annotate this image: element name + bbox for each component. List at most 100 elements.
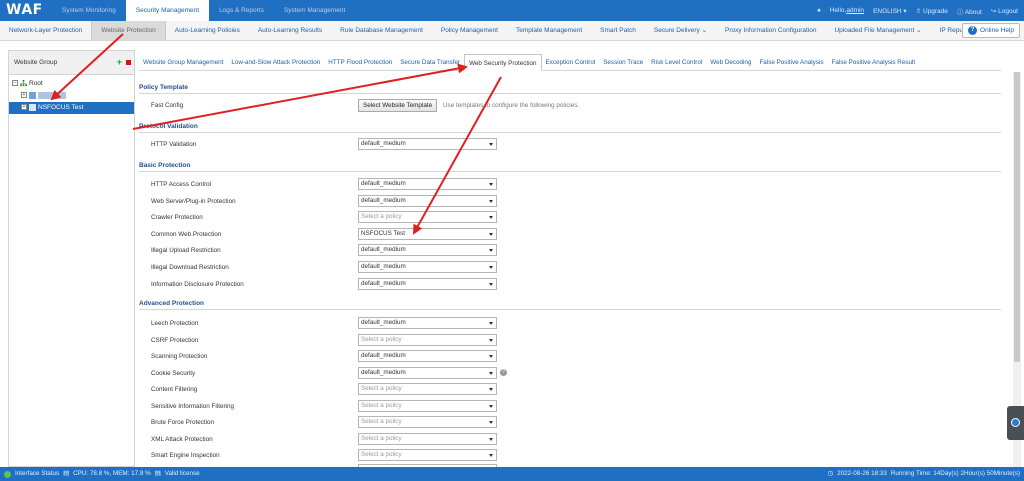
tab-secure-data-transfer[interactable]: Secure Data Transfer — [396, 54, 464, 70]
web-server-plugin-select[interactable]: default_medium — [358, 195, 497, 207]
subnav-proxy-information[interactable]: Proxy Information Configuration — [716, 21, 825, 40]
select-website-template-button[interactable]: Select Website Template — [358, 99, 438, 112]
subnav-network-layer-protection[interactable]: Network-Layer Protection — [0, 21, 91, 40]
policy-label: CSRF Protection — [151, 337, 199, 344]
section-policy-template: Policy Template — [139, 84, 1001, 94]
csrf-protection-select[interactable]: Select a policy — [358, 334, 497, 346]
dropdown-arrow-icon — [489, 438, 493, 441]
subnav-policy-management[interactable]: Policy Management — [432, 21, 507, 40]
license-status: Valid license — [164, 470, 200, 477]
sub-nav: Network-Layer Protection Website Protect… — [0, 21, 1024, 41]
interface-status-icon — [4, 470, 11, 478]
subnav-secure-delivery[interactable]: Secure Delivery ⌄ — [645, 21, 716, 40]
subnav-auto-learning-policies[interactable]: Auto-Learning Policies — [166, 21, 249, 40]
policy-label: XML Attack Protection — [151, 436, 213, 443]
subnav-template-management[interactable]: Template Management — [507, 21, 591, 40]
http-access-control-select[interactable]: default_medium — [358, 178, 497, 190]
section-basic-protection: Basic Protection — [139, 162, 1001, 172]
cookie-security-select[interactable]: default_medium — [358, 367, 497, 379]
leech-protection-select[interactable]: default_medium — [358, 317, 497, 329]
tab-risk-level-control[interactable]: Risk Level Control — [647, 54, 706, 70]
username-link[interactable]: admin — [846, 7, 864, 14]
delete-icon[interactable] — [126, 60, 131, 65]
expand-icon[interactable]: + — [21, 92, 27, 99]
subnav-rule-database-management[interactable]: Rule Database Management — [331, 21, 432, 40]
dropdown-arrow-icon — [489, 355, 493, 358]
dropdown-arrow-icon — [489, 421, 493, 424]
top-nav-logs-reports[interactable]: Logs & Reports — [209, 0, 274, 21]
redacted-label — [38, 91, 66, 99]
tab-false-positive-analysis-result[interactable]: False Positive Analysis Result — [828, 54, 920, 70]
subnav-website-protection[interactable]: Website Protection — [91, 21, 166, 40]
language-select[interactable]: ENGLISH ▾ — [873, 7, 907, 15]
side-float-tab[interactable] — [1007, 406, 1024, 440]
tab-http-flood[interactable]: HTTP Flood Protection — [324, 54, 396, 70]
subnav-uploaded-file-management[interactable]: Uploaded File Management ⌄ — [825, 21, 930, 40]
about-link[interactable]: ⓘ About — [957, 6, 982, 16]
dropdown-arrow-icon — [489, 339, 493, 342]
subnav-smart-patch[interactable]: Smart Patch — [591, 21, 645, 40]
tab-web-decoding[interactable]: Web Decoding — [706, 54, 755, 70]
cookie-help-icon[interactable]: ? — [500, 369, 507, 376]
policy-form: Policy Template Fast Config Select Websi… — [139, 72, 1001, 467]
http-validation-select[interactable]: default_medium — [358, 138, 497, 150]
brute-force-select[interactable]: Select a policy — [358, 416, 497, 428]
policy-label: Information Disclosure Protection — [151, 281, 244, 288]
policy-label: Illegal Download Restriction — [151, 264, 229, 271]
smart-engine-select[interactable]: Select a policy — [358, 449, 497, 461]
interface-status-link[interactable]: Interface Status — [15, 467, 59, 481]
online-help-button[interactable]: ? Online Help — [962, 23, 1020, 38]
policy-label: Common Web Protection — [151, 231, 222, 238]
content-filtering-select[interactable]: Select a policy — [358, 383, 497, 395]
information-disclosure-select[interactable]: default_medium — [358, 278, 497, 290]
dropdown-arrow-icon — [489, 200, 493, 203]
top-nav-security-management[interactable]: Security Management — [125, 0, 210, 21]
greeting: Hello,admin — [829, 7, 865, 14]
float-icon — [1011, 418, 1020, 427]
dropdown-arrow-icon — [489, 283, 493, 286]
scanning-protection-select[interactable]: default_medium — [358, 350, 497, 362]
cpu-mem: CPU: 78.8 %, MEM: 17.9 % — [73, 470, 151, 477]
common-web-protection-select[interactable]: NSFOCUS Test — [358, 228, 497, 240]
xml-attack-select[interactable]: Select a policy — [358, 433, 497, 445]
tab-low-slow-attack[interactable]: Low-and-Slow Attack Protection — [227, 54, 324, 70]
top-nav-system-monitoring[interactable]: System Monitoring — [52, 0, 126, 21]
tab-website-group-management[interactable]: Website Group Management — [139, 54, 227, 70]
tab-session-trace[interactable]: Session Trace — [599, 54, 647, 70]
collapse-icon[interactable]: − — [12, 80, 18, 87]
dropdown-arrow-icon — [489, 266, 493, 269]
logout-link[interactable]: ↪ Logout — [991, 7, 1018, 15]
scroll-thumb[interactable] — [1014, 72, 1020, 362]
crawler-protection-select[interactable]: Select a policy — [358, 211, 497, 223]
user-area: ♠ Hello,admin ENGLISH ▾ ⇧ Upgrade ⓘ Abou… — [817, 0, 1018, 21]
panel-title: Website Group — [14, 59, 58, 66]
tab-false-positive-analysis[interactable]: False Positive Analysis — [755, 54, 827, 70]
upgrade-link[interactable]: ⇧ Upgrade — [916, 7, 948, 15]
dropdown-arrow-icon — [489, 143, 493, 146]
template-hint: Use templates to configure the following… — [443, 102, 580, 109]
subnav-auto-learning-results[interactable]: Auto-Learning Results — [249, 21, 331, 40]
tree-node-blurred[interactable]: + — [21, 90, 66, 102]
section-advanced-protection: Advanced Protection — [139, 300, 1001, 310]
expand-icon[interactable]: + — [21, 104, 27, 111]
sensitive-info-filtering-select[interactable]: Select a policy — [358, 400, 497, 412]
add-icon[interactable]: + — [117, 58, 122, 67]
policy-label: Leech Protection — [151, 320, 199, 327]
status-bar: Interface Status ▤ CPU: 78.8 %, MEM: 17.… — [0, 467, 1024, 481]
tab-web-security-protection[interactable]: Web Security Protection — [464, 54, 542, 71]
tab-exception-control[interactable]: Exception Control — [542, 54, 600, 70]
website-icon — [29, 91, 36, 99]
illegal-download-select[interactable]: default_medium — [358, 261, 497, 273]
sitemap-icon — [20, 79, 27, 86]
dropdown-arrow-icon — [489, 322, 493, 325]
running-time: Running Time: 14Day(s) 2Hour(s) 50Minute… — [890, 470, 1020, 477]
tree-node-root[interactable]: − Root — [12, 78, 43, 90]
dropdown-arrow-icon — [489, 216, 493, 219]
illegal-upload-select[interactable]: default_medium — [358, 244, 497, 256]
clock-icon: ◷ — [827, 470, 834, 477]
content-tabs: Website Group Management Low-and-Slow At… — [139, 54, 1001, 71]
dropdown-arrow-icon — [489, 249, 493, 252]
top-nav-system-management[interactable]: System Management — [274, 0, 355, 21]
policy-label: Sensitive Information Filtering — [151, 403, 234, 410]
tree-node-nsfocus-test[interactable]: + NSFOCUS Test — [9, 102, 134, 114]
